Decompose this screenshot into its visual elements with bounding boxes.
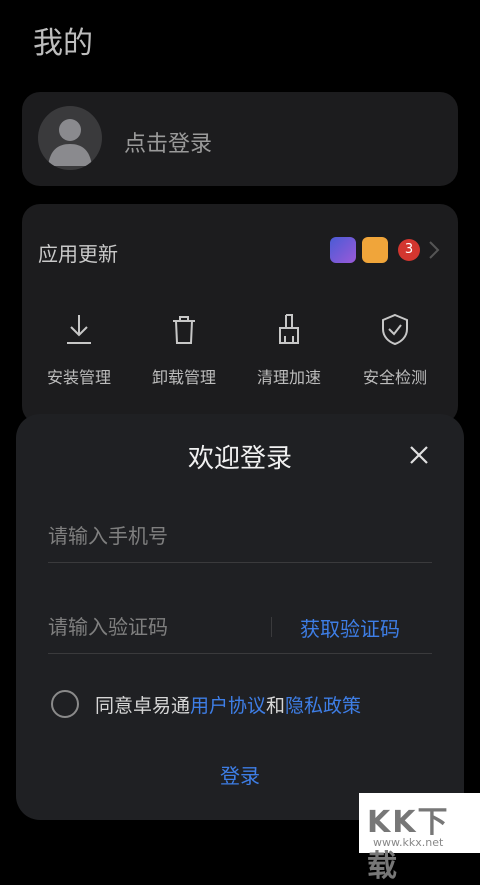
agree-radio[interactable]: [51, 690, 79, 718]
trash-icon: [173, 316, 195, 344]
user-avatar-icon: [48, 119, 92, 166]
app-updates-title[interactable]: 应用更新: [38, 238, 118, 267]
watermark-url: www.kkx.net: [373, 836, 444, 849]
get-code-button[interactable]: 获取验证码: [300, 613, 400, 642]
tool-label: 安全检测: [362, 368, 427, 387]
sheet-title: 欢迎登录: [187, 444, 292, 474]
chevron-right-icon[interactable]: [428, 240, 440, 260]
tool-uninstall-manage[interactable]: 卸载管理: [139, 312, 229, 388]
agree-and: 和: [266, 694, 286, 717]
tool-install-manage[interactable]: 安装管理: [34, 312, 124, 388]
login-sheet: 欢迎登录 获取验证码 同意卓易通 用户协议 和 隐私政策 登录: [16, 414, 464, 820]
login-button[interactable]: 登录: [16, 760, 464, 789]
tool-clean-speedup[interactable]: 清理加速: [244, 312, 334, 388]
close-icon[interactable]: [406, 442, 432, 468]
tool-security-check[interactable]: 安全检测: [350, 312, 440, 388]
agree-prefix: 同意卓易通: [95, 694, 191, 717]
broom-icon: [279, 314, 299, 344]
page-title: 我的: [33, 26, 93, 61]
apps-card: 应用更新 3 安装管理 卸载管理 清理加速 安全检测: [22, 204, 458, 424]
phone-input[interactable]: [48, 510, 248, 562]
shield-check-icon: [382, 313, 408, 346]
update-count-badge: 3: [398, 239, 420, 261]
verification-code-input[interactable]: [48, 601, 248, 653]
download-icon: [67, 315, 91, 344]
login-card[interactable]: 点击登录: [22, 92, 458, 186]
tool-label: 安装管理: [46, 368, 111, 387]
tool-label: 卸载管理: [151, 368, 216, 387]
avatar[interactable]: [38, 106, 102, 170]
watermark: KK下载 www.kkx.net: [359, 793, 480, 884]
phone-field: [48, 510, 432, 563]
app-update-icon[interactable]: [362, 237, 388, 263]
code-field: 获取验证码: [48, 601, 432, 654]
agreement-row: 同意卓易通 用户协议 和 隐私政策: [51, 690, 361, 718]
user-agreement-link[interactable]: 用户协议: [190, 691, 266, 718]
tool-label: 清理加速: [256, 368, 321, 387]
field-divider: [271, 617, 272, 637]
app-update-icon[interactable]: [330, 237, 356, 263]
login-prompt[interactable]: 点击登录: [124, 126, 212, 158]
privacy-policy-link[interactable]: 隐私政策: [285, 691, 361, 718]
